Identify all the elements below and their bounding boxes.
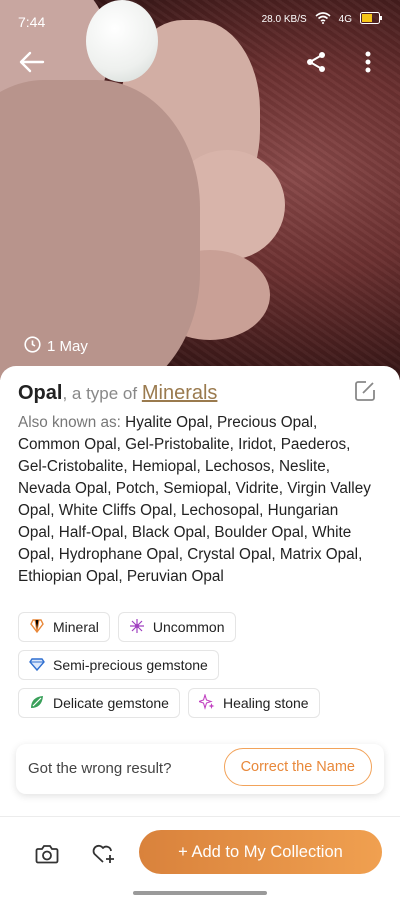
result-sheet: Opal, a type of Minerals Also known as: … — [0, 366, 400, 902]
battery-icon — [360, 12, 382, 27]
tag-label: Healing stone — [222, 695, 309, 711]
bottom-action-bar: + Add to My Collection — [0, 826, 400, 886]
home-indicator[interactable] — [133, 891, 267, 895]
tag-uncommon[interactable]: Uncommon — [117, 612, 236, 642]
aka-list: Hyalite Opal, Precious Opal, Common Opal… — [18, 414, 371, 585]
diamond-icon — [29, 656, 45, 675]
camera-icon — [35, 843, 59, 870]
tag-mineral[interactable]: Mineral — [18, 612, 110, 642]
result-name: Opal — [18, 382, 63, 404]
edit-button[interactable] — [354, 380, 380, 406]
wishlist-button[interactable] — [88, 840, 120, 872]
tag-semi-precious[interactable]: Semi-precious gemstone — [18, 650, 219, 680]
aka-label: Also known as: — [18, 414, 126, 431]
back-arrow-icon — [19, 51, 45, 78]
tag-label: Delicate gemstone — [53, 695, 169, 711]
photo-date: 1 May — [24, 336, 88, 357]
sparkle-icon — [129, 618, 145, 637]
mineral-icon — [29, 618, 45, 637]
status-icons: 28.0 KB/S 4G — [262, 12, 382, 27]
wifi-icon — [315, 12, 331, 27]
more-options-button[interactable] — [350, 46, 386, 82]
palm-shape — [0, 80, 200, 380]
network-label: 4G — [338, 14, 352, 25]
feedback-question: Got the wrong result? — [28, 760, 172, 777]
category-link[interactable]: Minerals — [142, 382, 218, 404]
correct-name-button[interactable]: Correct the Name — [223, 748, 372, 786]
edit-icon — [354, 381, 376, 406]
leaf-gem-icon — [29, 694, 45, 713]
clock-icon — [24, 336, 41, 357]
speed-text: 28.0 KB/S — [261, 14, 307, 25]
feedback-card: Got the wrong result? Correct the Name — [16, 744, 384, 794]
camera-button[interactable] — [31, 840, 63, 872]
tag-label: Semi-precious gemstone — [53, 657, 208, 673]
share-button[interactable] — [298, 46, 334, 82]
result-title: Opal, a type of Minerals — [18, 382, 340, 405]
type-prefix: , a type of — [62, 384, 142, 403]
sparkles-icon — [197, 692, 215, 713]
date-text: 1 May — [47, 338, 88, 355]
plant-photo[interactable]: 7:44 28.0 KB/S 4G 1 May — [0, 0, 400, 380]
divider — [0, 816, 400, 817]
share-icon — [304, 50, 328, 79]
tag-delicate[interactable]: Delicate gemstone — [18, 688, 180, 718]
tag-list: Mineral Uncommon Semi-precious gemstone — [18, 612, 388, 726]
back-button[interactable] — [14, 46, 50, 82]
more-vertical-icon — [365, 51, 371, 78]
add-to-collection-button[interactable]: + Add to My Collection — [139, 830, 382, 874]
tag-label: Mineral — [53, 619, 99, 635]
tag-healing[interactable]: Healing stone — [187, 688, 320, 718]
tag-label: Uncommon — [152, 619, 225, 635]
heart-plus-icon — [91, 843, 117, 870]
status-bar: 7:44 28.0 KB/S 4G — [0, 0, 400, 40]
also-known-as: Also known as: Hyalite Opal, Precious Op… — [18, 412, 378, 588]
status-time: 7:44 — [18, 14, 46, 30]
